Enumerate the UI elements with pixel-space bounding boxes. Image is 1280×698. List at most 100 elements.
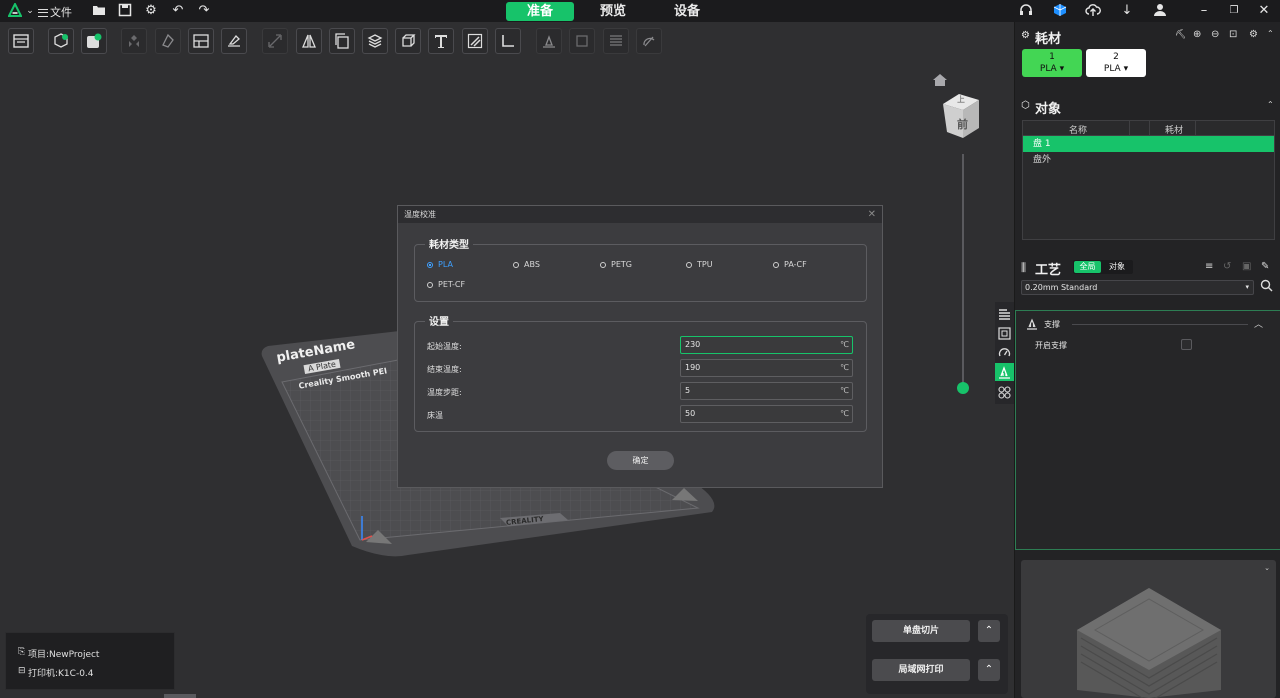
paint-button[interactable] — [462, 28, 488, 54]
minimize-icon[interactable]: – — [1196, 3, 1212, 19]
side-tab-others[interactable] — [998, 386, 1011, 399]
radio-pla[interactable]: PLA — [427, 260, 453, 269]
close-icon[interactable]: ✕ — [1256, 3, 1272, 19]
filament-gear-icon[interactable]: ⚙ — [1249, 29, 1258, 40]
open-folder-icon[interactable] — [91, 3, 107, 19]
plate-thumbnail[interactable]: ⌄ — [1021, 560, 1276, 698]
tab-preview[interactable]: 预览 — [580, 2, 646, 21]
enable-support-checkbox[interactable] — [1181, 339, 1192, 350]
view-cube[interactable]: 上 前 — [941, 92, 981, 140]
radio-tpu[interactable]: TPU — [686, 260, 713, 269]
end-temp-unit: ℃ — [840, 363, 849, 372]
add-plate-button[interactable] — [8, 28, 34, 54]
text-button[interactable] — [428, 28, 454, 54]
tab-prepare[interactable]: 准备 — [506, 2, 574, 21]
filament-settings-icon[interactable]: ⛏ — [1175, 30, 1186, 40]
seam-paint-button[interactable] — [569, 28, 595, 54]
split-plate-button[interactable] — [188, 28, 214, 54]
slice-plate-button[interactable]: 单盘切片 — [872, 620, 970, 642]
collapse-group-chevron-icon[interactable]: ︿ — [1254, 317, 1263, 330]
process-reset-icon[interactable]: ↺ — [1223, 261, 1231, 272]
thumbnail-collapse-icon[interactable]: ⌄ — [1264, 564, 1270, 572]
radio-abs[interactable]: ABS — [513, 260, 540, 269]
filament-slot-2[interactable]: 2 PLA ▾ — [1086, 49, 1146, 77]
object-cube-icon: ⬡ — [1021, 100, 1030, 111]
process-compare-icon[interactable]: ≡ — [1205, 261, 1213, 272]
tab-device[interactable]: 设备 — [654, 2, 720, 21]
column-filament[interactable]: 耗材 — [1165, 123, 1183, 136]
user-icon[interactable] — [1152, 3, 1168, 19]
dialog-close-icon[interactable]: ✕ — [868, 206, 876, 223]
printer-name[interactable]: 打印机:K1C-0.4 — [28, 666, 94, 679]
app-logo-icon[interactable] — [8, 3, 22, 17]
start-temp-input[interactable]: 230 ℃ — [680, 336, 853, 354]
cloud-upload-icon[interactable] — [1085, 3, 1101, 19]
edit-filament-icon[interactable]: ⊡ — [1229, 29, 1237, 40]
collapse-objects-icon[interactable]: ⌃ — [1267, 100, 1274, 109]
download-icon[interactable]: ↓ — [1119, 3, 1135, 19]
list-item[interactable]: 盘外 — [1023, 152, 1274, 168]
radio-pa-cf-label: PA-CF — [784, 260, 807, 269]
list-item[interactable]: 盘 1 — [1023, 136, 1274, 152]
box-cut-icon — [402, 34, 416, 47]
support-paint-button[interactable] — [536, 28, 562, 54]
scale-button[interactable] — [262, 28, 288, 54]
save-icon[interactable] — [117, 3, 133, 19]
headset-icon[interactable] — [1018, 3, 1034, 19]
temp-step-input[interactable]: 5 ℃ — [680, 382, 853, 400]
radio-pet-cf[interactable]: PET-CF — [427, 280, 465, 289]
file-menu[interactable]: 文件 — [38, 4, 72, 20]
support-group-title: 支撑 — [1044, 320, 1060, 329]
gear-icon[interactable]: ⚙ — [143, 3, 159, 19]
process-sliders-icon: ⫼ — [1021, 261, 1027, 274]
end-temp-value: 190 — [685, 363, 701, 372]
bed-temp-input[interactable]: 50 ℃ — [680, 405, 853, 423]
collapse-filament-icon[interactable]: ⌃ — [1267, 29, 1274, 38]
filament-section-title: 耗材 — [1035, 32, 1062, 47]
process-save-icon[interactable]: ▣ — [1242, 261, 1251, 272]
chevron-down-icon[interactable]: ⌄ — [22, 3, 38, 19]
copy-button[interactable] — [329, 28, 355, 54]
side-tab-quality[interactable] — [998, 327, 1011, 340]
end-temp-input[interactable]: 190 ℃ — [680, 359, 853, 377]
layers-button[interactable] — [362, 28, 388, 54]
copy-icon — [335, 33, 349, 49]
toggle-global[interactable]: 全局 — [1074, 261, 1101, 273]
add-filament-icon[interactable]: ⊕ — [1193, 29, 1201, 40]
filament-slot-1[interactable]: 1 PLA ▾ — [1022, 49, 1082, 77]
redo-icon[interactable]: ↷ — [196, 3, 212, 19]
model-cube-icon[interactable] — [1052, 3, 1068, 19]
search-icon[interactable] — [1260, 279, 1273, 295]
restore-icon[interactable]: ❐ — [1226, 3, 1242, 19]
measure-button[interactable] — [495, 28, 521, 54]
radio-pa-cf[interactable]: PA-CF — [773, 260, 807, 269]
fuzzy-skin-button[interactable] — [636, 28, 662, 54]
cut-button[interactable] — [395, 28, 421, 54]
radio-pet-cf-label: PET-CF — [438, 280, 466, 289]
radio-petg[interactable]: PETG — [600, 260, 632, 269]
mirror-button[interactable] — [296, 28, 322, 54]
support-paint-icon — [543, 35, 555, 48]
add-plate-green-button[interactable] — [81, 28, 107, 54]
lan-print-button[interactable]: 局域网打印 — [872, 659, 970, 681]
add-model-button[interactable] — [48, 28, 74, 54]
process-wand-icon[interactable]: ✎ — [1261, 261, 1269, 272]
side-tab-layers[interactable] — [998, 307, 1011, 320]
arrange-button[interactable] — [121, 28, 147, 54]
slice-options-chevron-icon[interactable]: ⌃ — [978, 620, 1000, 642]
bed-temp-label: 床温 — [427, 411, 443, 420]
process-preset-select[interactable]: 0.20mm Standard ▾ — [1021, 280, 1254, 295]
undo-icon[interactable]: ↶ — [170, 3, 186, 19]
column-name[interactable]: 名称 — [1069, 123, 1087, 136]
home-icon[interactable] — [933, 74, 947, 86]
remove-filament-icon[interactable]: ⊖ — [1211, 29, 1219, 40]
toggle-object[interactable]: 对象 — [1103, 261, 1131, 273]
lay-flat-icon — [228, 35, 240, 47]
variable-layer-button[interactable] — [603, 28, 629, 54]
side-tab-support[interactable] — [995, 363, 1014, 381]
lay-flat-button[interactable] — [221, 28, 247, 54]
ok-button[interactable]: 确定 — [607, 451, 674, 470]
orient-button[interactable] — [155, 28, 181, 54]
print-options-chevron-icon[interactable]: ⌃ — [978, 659, 1000, 681]
side-tab-speed[interactable] — [998, 346, 1011, 359]
